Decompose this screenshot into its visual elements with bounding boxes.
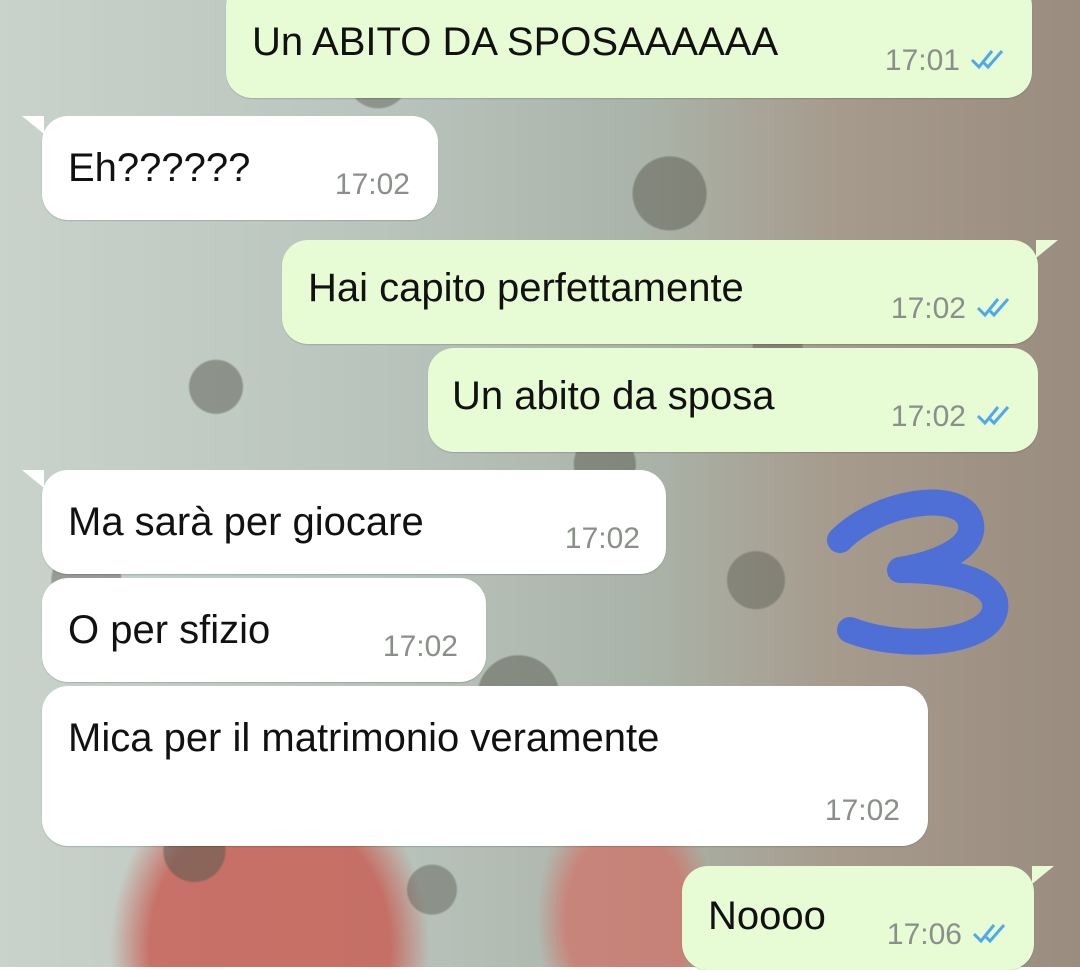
message-time: 17:02 (334, 168, 410, 201)
bubble-tail (1036, 240, 1058, 258)
message-bubble-outgoing[interactable]: Hai capito perfettamente 17:02 (282, 240, 1058, 344)
message-meta: 17:06 (887, 918, 1016, 953)
message-text: Un abito da sposa (452, 374, 775, 418)
message-text: Noooo (708, 894, 826, 938)
message-text: O per sfizio (68, 608, 271, 652)
message-text: Un ABITO DA SPOSAAAAAA (252, 20, 779, 64)
message-meta: 17:02 (891, 400, 1020, 435)
message-time: 17:06 (886, 918, 962, 951)
bubble-tail (22, 470, 44, 488)
message-time: 17:01 (884, 44, 960, 77)
message-text: Mica per il matrimonio veramente (68, 716, 660, 760)
message-time: 17:02 (824, 794, 900, 827)
message-bubble-incoming[interactable]: Mica per il matrimonio veramente 17:02 (42, 686, 928, 846)
read-receipt-icon (970, 45, 1014, 79)
bubble-tail (22, 116, 44, 134)
message-time: 17:02 (890, 292, 966, 325)
message-meta: 17:01 (885, 44, 1014, 79)
message-text: Ma sarà per giocare (68, 500, 424, 544)
bubble-tail (1032, 866, 1054, 884)
read-receipt-icon (976, 401, 1020, 435)
message-bubble-incoming[interactable]: Eh?????? 17:02 (22, 116, 438, 220)
message-text: Eh?????? (68, 146, 251, 190)
message-text: Hai capito perfettamente (308, 266, 744, 310)
message-bubble-incoming[interactable]: O per sfizio 17:02 (42, 578, 486, 682)
message-bubble-outgoing[interactable]: Un ABITO DA SPOSAAAAAA 17:01 (226, 0, 1032, 98)
message-bubble-incoming[interactable]: Ma sarà per giocare 17:02 (22, 470, 666, 574)
message-time: 17:02 (564, 522, 640, 555)
message-time: 17:02 (890, 400, 966, 433)
message-time: 17:02 (382, 630, 458, 663)
message-bubble-outgoing[interactable]: Noooo 17:06 (682, 866, 1054, 970)
read-receipt-icon (972, 919, 1016, 953)
message-meta: 17:02 (891, 292, 1020, 327)
message-bubble-outgoing[interactable]: Un abito da sposa 17:02 (428, 348, 1038, 452)
handwritten-number-3-icon (827, 489, 1009, 655)
read-receipt-icon (976, 293, 1020, 327)
